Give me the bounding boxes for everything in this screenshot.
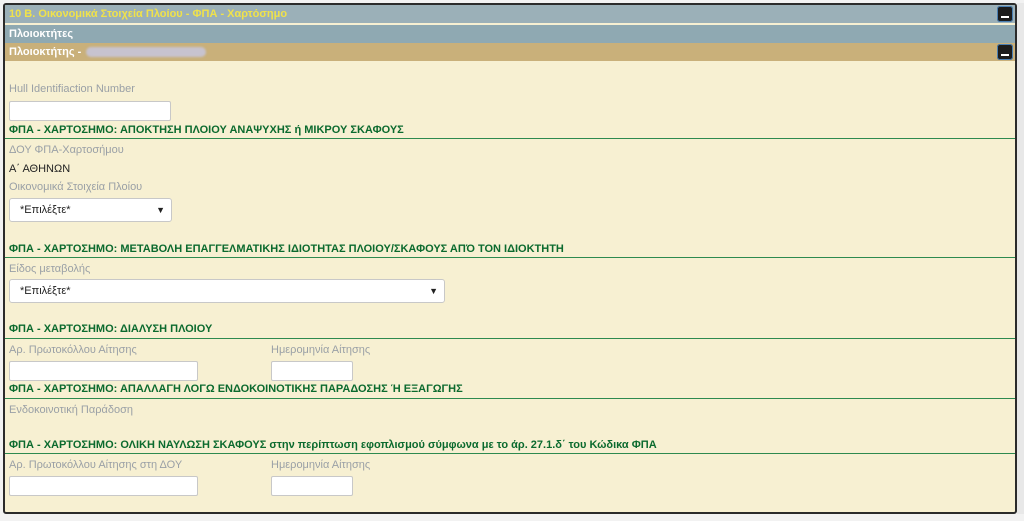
divider xyxy=(5,398,1015,399)
econ-label: Οικονομικά Στοιχεία Πλοίου xyxy=(9,181,143,193)
change-type-selected: *Επιλέξτε* xyxy=(20,285,71,297)
charter-protocol-label: Αρ. Πρωτοκόλλου Αίτησης στη ΔΟΥ xyxy=(9,459,183,471)
doy-value: Α΄ ΑΘΗΝΩΝ xyxy=(9,163,71,175)
dissolution-date-input[interactable] xyxy=(271,361,353,381)
divider xyxy=(5,138,1015,139)
econ-selected: *Επιλέξτε* xyxy=(20,204,71,216)
dropdown-arrow-icon: ▼ xyxy=(429,286,438,296)
dropdown-arrow-icon: ▼ xyxy=(156,205,165,215)
charter-date-input[interactable] xyxy=(271,476,353,496)
section-header: 10 Β. Οικονομικά Στοιχεία Πλοίου - ΦΠΑ -… xyxy=(5,5,1015,23)
change-heading: ΦΠΑ - ΧΑΡΤΟΣΗΜΟ: ΜΕΤΑΒΟΛΗ ΕΠΑΓΓΕΛΜΑΤΙΚΗΣ… xyxy=(9,243,564,255)
acquisition-heading: ΦΠΑ - ΧΑΡΤΟΣΗΜΟ: ΑΠΟΚΤΗΣΗ ΠΛΟΙΟΥ ΑΝΑΨΥΧΗ… xyxy=(9,124,404,136)
exemption-heading: ΦΠΑ - ΧΑΡΤΟΣΗΜΟ: ΑΠΑΛΛΑΓΗ ΛΟΓΩ ΕΝΔΟΚΟΙΝΟ… xyxy=(9,383,463,395)
vat-stamp-panel: 10 Β. Οικονομικά Στοιχεία Πλοίου - ΦΠΑ -… xyxy=(3,3,1017,514)
collapse-icon[interactable] xyxy=(997,6,1013,22)
dissolution-heading: ΦΠΑ - ΧΑΡΤΟΣΗΜΟ: ΔΙΑΛΥΣΗ ΠΛΟΙΟΥ xyxy=(9,323,213,335)
hull-id-input[interactable] xyxy=(9,101,171,121)
owners-title: Πλοιοκτήτες xyxy=(9,28,74,40)
redacted-owner-name xyxy=(86,47,207,58)
divider xyxy=(5,453,1015,454)
dissolution-protocol-label: Αρ. Πρωτοκόλλου Αίτησης xyxy=(9,344,137,356)
change-type-select[interactable]: *Επιλέξτε* ▼ xyxy=(9,279,445,303)
change-type-label: Είδος μεταβολής xyxy=(9,263,91,275)
doy-label: ΔΟΥ ΦΠΑ-Χαρτοσήμου xyxy=(9,144,124,156)
delivery-label: Ενδοκοινοτική Παράδοση xyxy=(9,404,133,416)
charter-date-label: Ημερομηνία Αίτησης xyxy=(271,459,371,471)
scrollbar[interactable] xyxy=(1017,3,1024,514)
divider xyxy=(5,257,1015,258)
collapse-icon[interactable] xyxy=(997,44,1013,60)
dissolution-date-label: Ημερομηνία Αίτησης xyxy=(271,344,371,356)
divider xyxy=(5,338,1015,339)
owners-header: Πλοιοκτήτες xyxy=(5,25,1015,43)
section-title: 10 Β. Οικονομικά Στοιχεία Πλοίου - ΦΠΑ -… xyxy=(9,8,288,20)
hull-label: Hull Identifiaction Number xyxy=(9,83,135,95)
owner-title: Πλοιοκτήτης - xyxy=(9,46,82,58)
econ-select[interactable]: *Επιλέξτε* ▼ xyxy=(9,198,172,222)
charter-protocol-input[interactable] xyxy=(9,476,198,496)
owner-header: Πλοιοκτήτης - xyxy=(5,43,1015,61)
charter-heading: ΦΠΑ - ΧΑΡΤΟΣΗΜΟ: ΟΛΙΚΗ ΝΑΥΛΩΣΗ ΣΚΑΦΟΥΣ σ… xyxy=(9,439,657,451)
dissolution-protocol-input[interactable] xyxy=(9,361,198,381)
